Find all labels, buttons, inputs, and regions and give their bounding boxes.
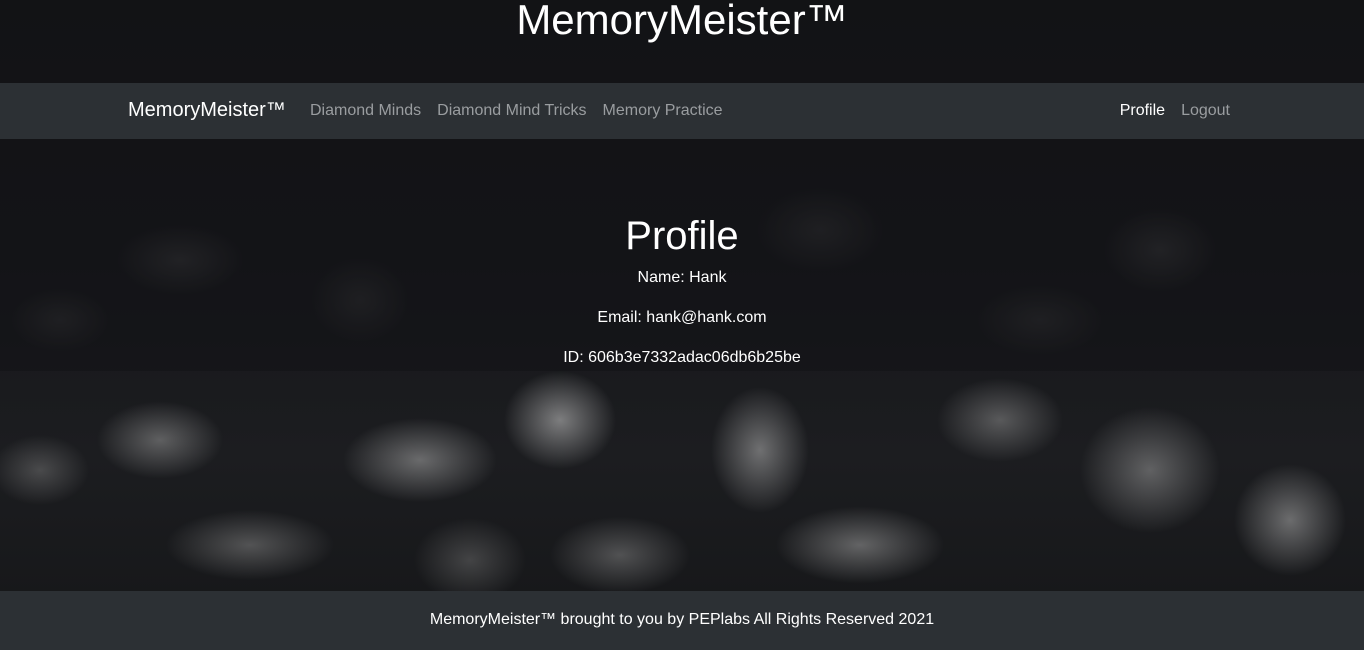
profile-id-row: ID: 606b3e7332adac06db6b25be [0,348,1364,368]
profile-email-row: Email: hank@hank.com [0,308,1364,328]
nav-left-links: Diamond Minds Diamond Mind Tricks Memory… [302,83,731,139]
profile-email-value: hank@hank.com [646,309,767,326]
navbar: MemoryMeister™ Diamond Minds Diamond Min… [0,83,1364,139]
footer: MemoryMeister™ brought to you by PEPlabs… [0,591,1364,650]
navbar-brand-link[interactable]: MemoryMeister™ [128,83,286,139]
profile-name-value: Hank [689,269,727,286]
site-title: MemoryMeister™ [516,0,848,43]
profile-id-label: ID: [563,349,584,366]
nav-link-memory-practice[interactable]: Memory Practice [595,102,731,120]
profile-section: Profile Name: Hank Email: hank@hank.com … [0,139,1364,371]
profile-heading: Profile [625,214,739,258]
profile-email-label: Email: [597,309,642,326]
footer-text: MemoryMeister™ brought to you by PEPlabs… [429,611,935,628]
profile-name-label: Name: [637,269,685,286]
nav-link-logout[interactable]: Logout [1173,102,1238,120]
profile-name-row: Name: Hank [0,268,1364,288]
nav-right-links: Profile Logout [1112,83,1238,139]
nav-link-diamond-minds[interactable]: Diamond Minds [302,102,429,120]
nav-link-profile[interactable]: Profile [1112,102,1173,120]
profile-id-value: 606b3e7332adac06db6b25be [588,349,801,366]
page: MemoryMeister™ MemoryMeister™ Diamond Mi… [0,0,1364,650]
nav-link-diamond-mind-tricks[interactable]: Diamond Mind Tricks [429,102,594,120]
